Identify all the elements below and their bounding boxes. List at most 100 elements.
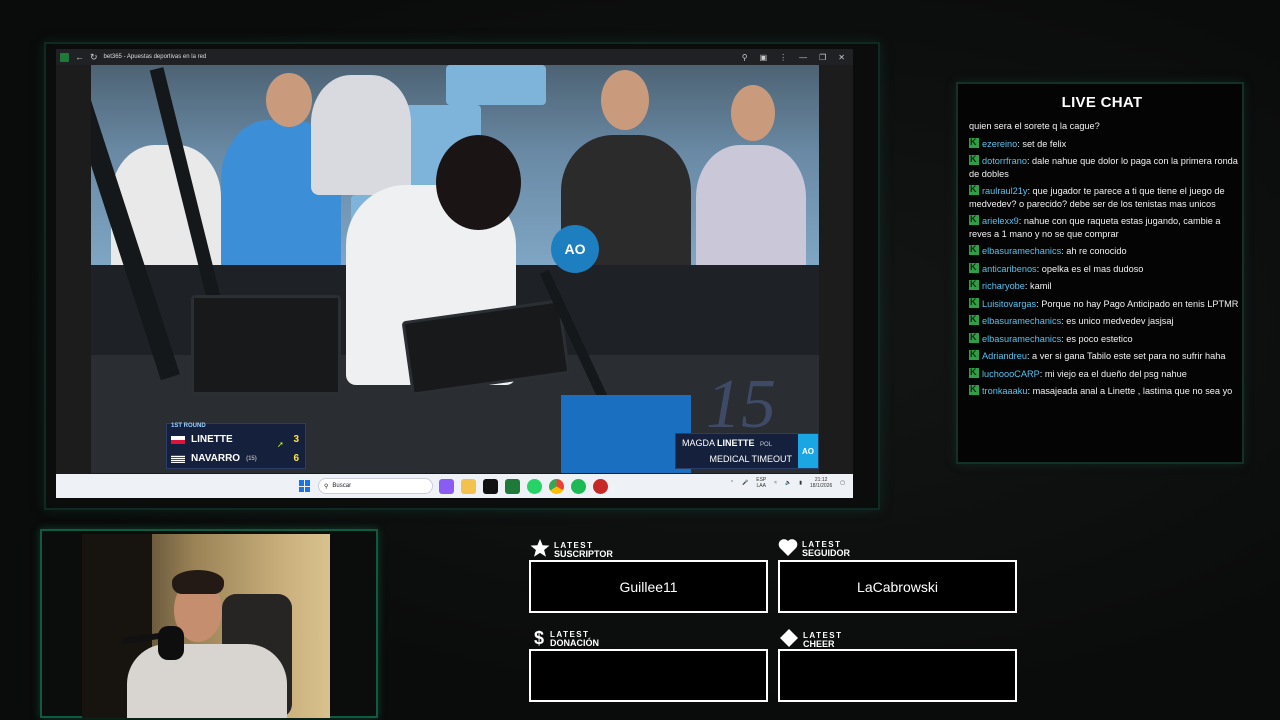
ao-logo-icon: AO	[798, 434, 818, 468]
kick-badge-icon	[969, 261, 979, 273]
chat-username[interactable]: ezereino	[982, 139, 1017, 149]
live-chat-panel: LIVE CHAT quien sera el sorete q la cagu…	[956, 82, 1244, 464]
latest-subscriber-box: Guillee11	[529, 560, 768, 613]
chat-username[interactable]: elbasuramechanics	[982, 316, 1061, 326]
chat-username[interactable]: Luisitovargas	[982, 299, 1036, 309]
player-caption: MAGDA LINETTE POL MEDICAL TIMEOUT AO	[675, 433, 819, 469]
caption-status: MEDICAL TIMEOUT	[709, 454, 792, 464]
bet365-app-icon[interactable]	[505, 479, 520, 494]
chat-username[interactable]: Adriandreu	[982, 351, 1027, 361]
chat-username[interactable]: dotorrfrano	[982, 156, 1027, 166]
latest-donation-label: $ LATEST DONACIÓN	[532, 628, 599, 648]
latest-subscriber-label: LATEST SUSCRIPTOR	[530, 538, 613, 559]
chat-message-list: quien sera el sorete q la cague? ezereino…	[969, 120, 1239, 403]
webcam-feed	[82, 534, 330, 718]
usa-flag-icon	[171, 454, 185, 463]
bet365-favicon-icon	[60, 52, 69, 62]
player-score: 6	[293, 453, 299, 464]
caption-country: POL	[760, 442, 773, 448]
minimize-icon[interactable]: —	[799, 53, 807, 62]
wifi-icon[interactable]: ≈	[774, 480, 777, 486]
chrome-icon[interactable]	[549, 479, 564, 494]
microphone-icon[interactable]: 🎤	[742, 480, 748, 486]
star-icon	[530, 539, 550, 557]
reload-icon[interactable]: ↻	[90, 52, 98, 62]
chat-text: : opelka es el mas dudoso	[1036, 263, 1144, 274]
chat-username[interactable]: tronkaaaku	[982, 386, 1027, 396]
chat-username[interactable]: arielexx9	[982, 216, 1019, 226]
spotify-icon[interactable]	[571, 479, 586, 494]
close-icon[interactable]: ✕	[838, 53, 845, 62]
chat-username[interactable]: elbasuramechanics	[982, 334, 1061, 344]
restore-icon[interactable]: ❐	[819, 53, 826, 62]
chat-message: tronkaaaku: masajeada anal a Linette , l…	[969, 383, 1239, 398]
latest-donation-box	[529, 649, 768, 702]
app-icon[interactable]	[593, 479, 608, 494]
zoom-icon[interactable]: ⚲	[742, 53, 748, 62]
player-seed: (15)	[246, 455, 257, 462]
chat-message: elbasuramechanics: ah re conocido	[969, 243, 1239, 258]
kick-badge-icon	[969, 348, 979, 361]
chat-username[interactable]: anticaribenos	[982, 264, 1037, 274]
latest-cheer-box	[778, 649, 1017, 702]
clock[interactable]: 21:12 18/1/2026	[810, 477, 832, 489]
volume-icon[interactable]: 🔈	[785, 480, 791, 486]
spectator-head	[731, 85, 775, 141]
microphone	[158, 626, 184, 660]
chat-text: : es poco estetico	[1061, 333, 1133, 344]
browser-window: ← ↻ bet365 - Apuestas deportivas en la r…	[56, 49, 853, 498]
chat-message: elbasuramechanics: es poco estetico	[969, 331, 1239, 346]
chat-text: : Porque no hay Pago Anticipado en tenis…	[1036, 298, 1239, 309]
more-menu-icon[interactable]: ⋮	[779, 53, 787, 62]
whatsapp-icon[interactable]	[527, 479, 542, 494]
kick-badge-icon	[969, 296, 979, 308]
kick-badge-icon	[969, 278, 979, 291]
chat-text: : a ver si gana Tabilo este set para no …	[1026, 351, 1226, 361]
taskbar-search[interactable]: ⚲ Buscar	[318, 478, 433, 494]
search-icon: ⚲	[324, 483, 329, 490]
copilot-icon[interactable]	[439, 479, 454, 494]
chat-message: Adriandreu: a ver si gana Tabilo este se…	[969, 348, 1239, 363]
chat-message: anticaribenos: opelka es el mas dudoso	[969, 261, 1239, 276]
kick-badge-icon	[969, 243, 979, 256]
chat-text: quien sera el sorete q la cague?	[969, 121, 1100, 131]
player-name: NAVARRO	[191, 453, 241, 464]
umpire-head	[436, 135, 521, 230]
chat-message: dotorrfrano: dale nahue que dolor lo pag…	[969, 153, 1239, 180]
tennis-video[interactable]: 15 AO 1ST ROUND LINETTE 3 ➚ NAVARRO (15)…	[91, 65, 819, 473]
extensions-icon[interactable]: ▣	[760, 53, 768, 62]
tiktok-icon[interactable]	[483, 479, 498, 494]
umpire-chair-base	[561, 395, 691, 473]
diamond-icon	[780, 629, 798, 647]
language-indicator[interactable]: ESP LAA	[756, 477, 766, 489]
dollar-icon: $	[534, 628, 544, 647]
latest-follower-label: LATEST SEGUIDOR	[778, 538, 850, 558]
streamer-hair	[172, 570, 224, 594]
chat-username[interactable]: raulraul21y	[982, 186, 1027, 196]
spectator	[311, 75, 411, 195]
spectator-head	[601, 70, 649, 130]
browser-title: bet365 - Apuestas deportivas en la red	[103, 54, 207, 60]
system-tray: ⌃ 🎤 ESP LAA ≈ 🔈 ▮ 21:12 18/1/2026 ▢	[730, 477, 845, 489]
chat-username[interactable]: elbasuramechanics	[982, 246, 1061, 256]
kick-badge-icon	[969, 313, 979, 326]
latest-follower-box: LaCabrowski	[778, 560, 1017, 613]
chat-message: arielexx9: nahue con que raqueta estas j…	[969, 213, 1239, 240]
tray-chevron-icon[interactable]: ⌃	[730, 480, 734, 486]
file-explorer-icon[interactable]	[461, 479, 476, 494]
notifications-icon[interactable]: ▢	[840, 480, 845, 486]
chat-username[interactable]: richaryobe	[982, 281, 1025, 291]
streamer-body	[127, 644, 287, 718]
kick-badge-icon	[969, 213, 979, 226]
chat-message: elbasuramechanics: es unico medvedev jas…	[969, 313, 1239, 328]
chat-message: richaryobe: kamil	[969, 278, 1239, 293]
chat-text: : masajeada anal a Linette , lastima que…	[1027, 386, 1233, 396]
player-name: LINETTE	[191, 434, 233, 445]
chat-text: : ah re conocido	[1061, 246, 1127, 256]
chat-username[interactable]: luchoooCARP	[982, 369, 1040, 379]
chat-text: : mi viejo ea el dueño del psg nahue	[1039, 368, 1187, 379]
back-arrow-icon[interactable]: ←	[75, 52, 84, 62]
alert-category: CHEER	[803, 639, 835, 649]
battery-icon[interactable]: ▮	[799, 480, 802, 486]
windows-start-icon[interactable]	[299, 480, 311, 492]
